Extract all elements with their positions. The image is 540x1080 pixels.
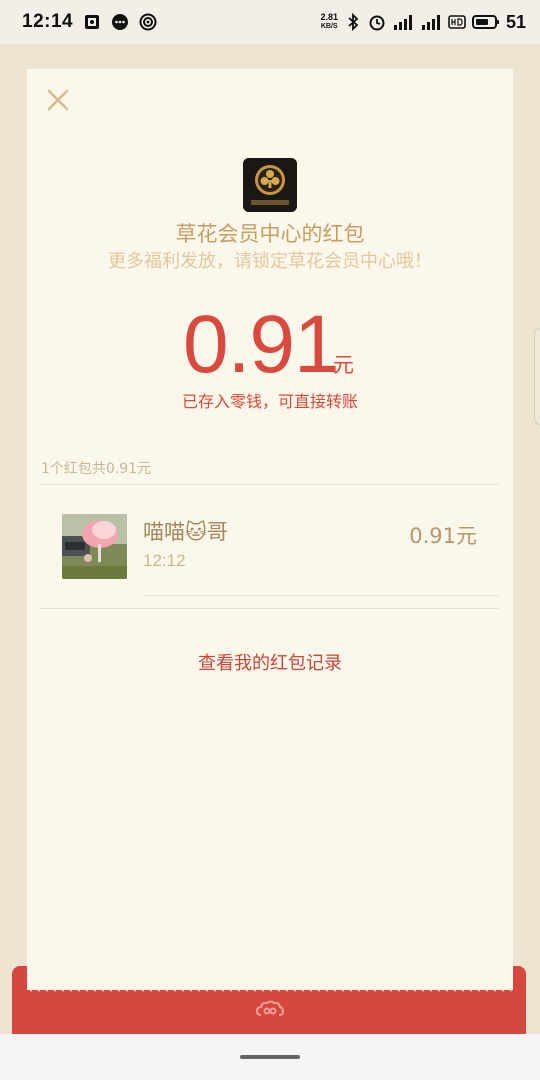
sender-logo bbox=[243, 158, 297, 212]
divider bbox=[40, 608, 499, 609]
packet-amount: 0.91 bbox=[183, 299, 340, 390]
packet-count-summary: 1个红包共0.91元 bbox=[41, 461, 152, 477]
hotspot-icon bbox=[139, 13, 157, 31]
sender-title: 草花会员中心的红包 bbox=[175, 222, 365, 246]
close-icon[interactable] bbox=[44, 86, 72, 114]
battery-icon bbox=[471, 15, 499, 29]
receiver-name: 喵喵🐱哥 bbox=[143, 520, 228, 544]
signal-4g-icon bbox=[393, 15, 412, 30]
receiver-amount: 0.91元 bbox=[409, 524, 477, 548]
card-serrated-edge bbox=[27, 984, 513, 992]
divider bbox=[40, 484, 499, 485]
alarm-icon bbox=[369, 15, 385, 31]
receiver-time: 12:12 bbox=[143, 551, 186, 570]
row-divider bbox=[143, 595, 499, 596]
avatar-photo bbox=[62, 514, 127, 579]
status-right: 2.81 KB/S 51 bbox=[320, 0, 526, 44]
avatar[interactable] bbox=[62, 514, 127, 579]
stored-to-wallet-note[interactable]: 已存入零钱，可直接转账 bbox=[0, 388, 540, 412]
network-speed-unit: KB/S bbox=[320, 23, 338, 30]
hd-voice-icon bbox=[448, 15, 466, 29]
cloud-ornament-icon bbox=[255, 1000, 285, 1016]
chat-notification-icon bbox=[112, 14, 129, 30]
view-records-link[interactable]: 查看我的红包记录 bbox=[0, 649, 540, 675]
club-emblem-icon bbox=[243, 158, 297, 212]
side-edge-tab bbox=[534, 328, 540, 425]
status-time: 12:14 bbox=[22, 11, 74, 32]
bluetooth-icon bbox=[348, 13, 359, 31]
battery-level: 51 bbox=[505, 11, 526, 32]
network-speed-value: 2.81 bbox=[320, 12, 338, 22]
signal-4g-plus-icon bbox=[421, 15, 440, 30]
gallery-notification-icon bbox=[85, 15, 100, 29]
packet-subtitle: 更多福利发放，请锁定草花会员中心哦！ bbox=[108, 251, 432, 272]
amount-unit: 元 bbox=[333, 353, 354, 377]
home-gesture-handle[interactable] bbox=[240, 1055, 300, 1059]
network-speed: 2.81 KB/S bbox=[320, 13, 338, 31]
status-left: 12:14 bbox=[22, 0, 157, 44]
status-bar: 12:14 2.81 KB/S 51 bbox=[0, 0, 540, 44]
